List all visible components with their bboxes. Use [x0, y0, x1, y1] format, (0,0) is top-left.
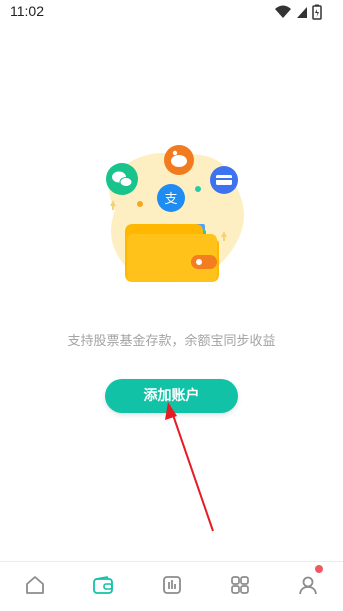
status-time: 11:02	[10, 3, 44, 19]
wifi-icon	[275, 5, 291, 18]
wallet-illustration: 支	[106, 145, 244, 283]
apps-icon	[231, 576, 249, 594]
svg-text:支: 支	[164, 192, 177, 207]
nav-chart-tab[interactable]	[160, 573, 184, 597]
chart-icon	[163, 576, 181, 594]
nav-home-tab[interactable]	[23, 573, 47, 597]
notification-badge-dot	[315, 565, 323, 573]
nav-wallet-tab[interactable]	[91, 573, 115, 597]
bank-card-icon	[210, 166, 238, 194]
wechat-icon	[106, 163, 138, 195]
battery-icon	[312, 4, 322, 20]
home-icon	[26, 576, 44, 594]
add-account-button[interactable]: 添加账户	[105, 379, 238, 413]
piggy-bank-icon	[164, 145, 194, 175]
annotation-arrow	[165, 402, 214, 532]
empty-state-subtitle: 支持股票基金存款，余额宝同步收益	[67, 334, 276, 349]
alipay-icon: 支	[157, 184, 185, 212]
nav-profile-tab[interactable]	[296, 573, 320, 597]
status-bar: 11:02	[0, 0, 343, 24]
nav-apps-tab[interactable]	[228, 573, 252, 597]
signal-icon	[297, 7, 307, 18]
status-icons	[275, 4, 322, 20]
profile-icon	[299, 576, 317, 595]
bottom-nav	[0, 561, 343, 611]
wallet-icon	[93, 576, 113, 594]
